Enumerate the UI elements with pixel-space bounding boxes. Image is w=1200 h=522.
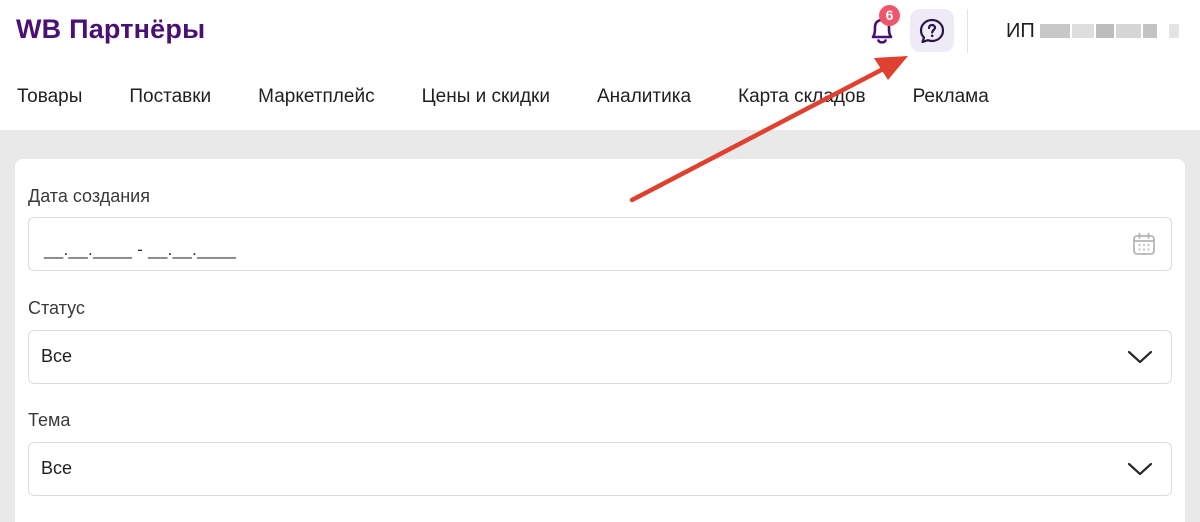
nav-item-prices[interactable]: Цены и скидки bbox=[422, 86, 550, 116]
chevron-down-icon bbox=[1127, 462, 1153, 476]
user-name[interactable]: ИП bbox=[1006, 20, 1035, 43]
status-select[interactable]: Все bbox=[28, 330, 1172, 384]
date-label: Дата создания bbox=[28, 186, 150, 206]
topic-label: Тема bbox=[28, 410, 71, 430]
topic-select[interactable]: Все bbox=[28, 442, 1172, 496]
nav-item-analytics[interactable]: Аналитика bbox=[597, 86, 691, 116]
date-range-input[interactable]: __.__.____ - __.__.____ bbox=[28, 217, 1172, 271]
calendar-icon[interactable] bbox=[1131, 231, 1157, 257]
status-label: Статус bbox=[28, 298, 85, 318]
user-name-redacted bbox=[1040, 24, 1185, 40]
nav-item-products[interactable]: Товары bbox=[17, 86, 82, 116]
notification-badge: 6 bbox=[879, 5, 900, 26]
header: WB Партнёры 6 ИП Товары Поставки Маркетп… bbox=[0, 0, 1200, 130]
nav-item-supplies[interactable]: Поставки bbox=[129, 86, 211, 116]
nav-item-marketplace[interactable]: Маркетплейс bbox=[258, 86, 374, 116]
chevron-down-icon bbox=[1127, 350, 1153, 364]
topic-value: Все bbox=[41, 458, 73, 478]
help-question-icon bbox=[919, 18, 945, 43]
header-divider bbox=[967, 9, 968, 53]
help-button[interactable] bbox=[910, 9, 954, 52]
status-value: Все bbox=[41, 346, 73, 366]
main-nav: Товары Поставки Маркетплейс Цены и скидк… bbox=[0, 86, 1036, 116]
date-range-value: __.__.____ - __.__.____ bbox=[44, 240, 237, 259]
logo[interactable]: WB Партнёры bbox=[16, 14, 205, 45]
nav-item-warehouse-map[interactable]: Карта складов bbox=[738, 86, 866, 116]
nav-item-advertising[interactable]: Реклама bbox=[913, 86, 989, 116]
